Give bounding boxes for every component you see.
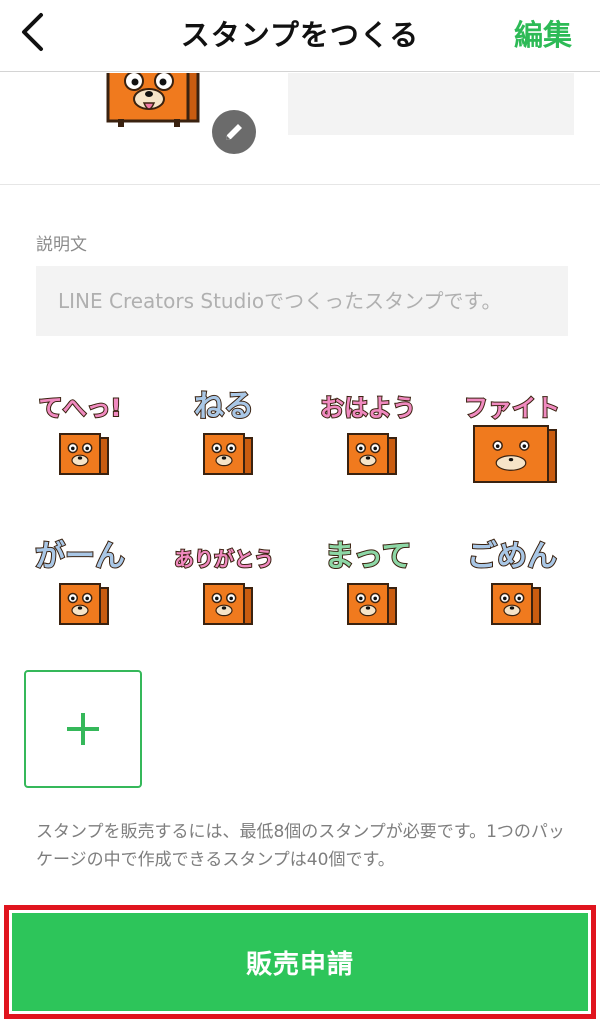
box-character [347,583,397,625]
sticker-text: ありがとう [174,547,274,571]
box-character [473,425,557,483]
sticker-text: てへっ! [39,394,122,422]
edit-sticker-button[interactable] [212,110,256,154]
sticker-item[interactable]: ごめん [452,522,572,642]
box-character [491,583,541,625]
sticker-illustration: ファイト [463,393,561,483]
sales-application-button[interactable]: 販売申請 [12,913,588,1011]
add-sticker-button[interactable] [24,670,142,788]
sticker-item[interactable]: ねる [164,372,284,492]
navigation-bar: スタンプをつくる 編集 [0,0,600,72]
stamp-name-field[interactable] [288,73,574,135]
sticker-illustration: がーん [34,538,126,625]
sticker-illustration: ごめん [466,538,558,625]
pencil-icon [226,124,242,140]
sticker-item[interactable]: がーん [20,522,140,642]
box-character [59,433,109,475]
main-sticker-image[interactable] [104,73,200,129]
sticker-illustration: ありがとう [173,546,275,625]
sticker-item[interactable]: ありがとう [164,522,284,642]
sticker-illustration: ねる [193,388,255,475]
sticker-text: まって [324,539,411,574]
sticker-illustration: まって [323,538,413,625]
description-label: 説明文 [36,235,87,255]
sticker-text: ごめん [467,539,557,574]
section-divider [0,184,600,185]
box-character [347,433,397,475]
plus-icon [67,713,99,745]
highlight-frame: 販売申請 [4,905,596,1019]
page-title: スタンプをつくる [180,18,420,52]
sticker-text: がーん [35,539,125,574]
sticker-illustration: おはよう [319,393,417,475]
sales-requirement-note: スタンプを販売するには、最低8個のスタンプが必要です。1つのパッケージの中で作成… [36,822,565,870]
box-character [59,583,109,625]
box-character [203,583,253,625]
sticker-item[interactable]: てへっ! [20,372,140,492]
sticker-text: ねる [194,389,254,424]
edit-button[interactable]: 編集 [514,12,572,54]
description-input[interactable] [36,266,568,336]
sticker-item[interactable]: まって [308,522,428,642]
sticker-illustration: てへっ! [38,393,122,475]
sticker-text: おはよう [320,394,416,422]
box-character [203,433,253,475]
sticker-item[interactable]: ファイト [452,372,572,492]
sticker-text: ファイト [464,394,560,422]
sticker-item[interactable]: おはよう [308,372,428,492]
